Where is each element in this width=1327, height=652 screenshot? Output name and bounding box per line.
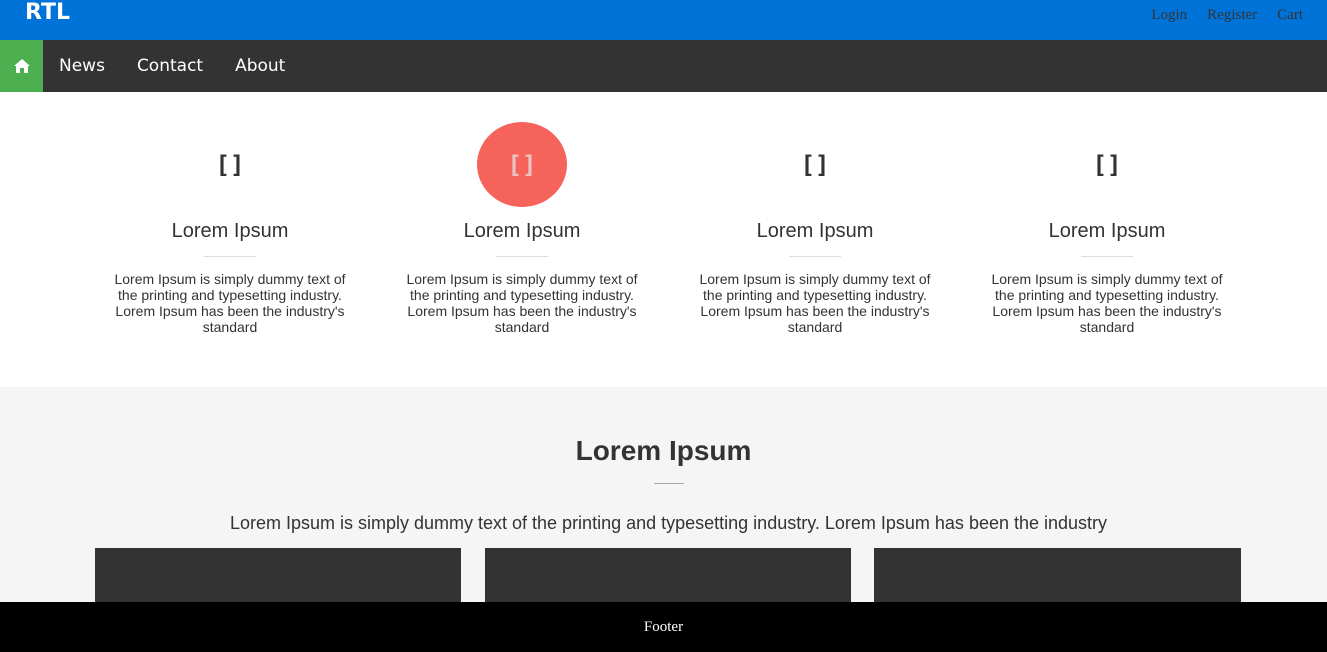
- feature-title: Lorem Ipsum: [463, 220, 581, 242]
- footer-text: Footer: [643, 618, 684, 635]
- feature-text: Lorem Ipsum is simply dummy text of the …: [114, 271, 346, 335]
- features-section: [] Lorem Ipsum Lorem Ipsum is simply dum…: [0, 92, 1327, 387]
- feature-icon-circle: []: [477, 122, 567, 207]
- nav-item-about[interactable]: About: [235, 56, 285, 76]
- cart-link[interactable]: Cart: [1277, 6, 1303, 24]
- feature-divider: [789, 256, 841, 257]
- main-navbar: News Contact About: [0, 40, 1327, 92]
- home-button[interactable]: [0, 40, 43, 92]
- top-header: RTL Login Register Cart: [0, 0, 1327, 40]
- feature-title: Lorem Ipsum: [756, 220, 874, 242]
- placeholder-glyph-icon: []: [1092, 150, 1122, 179]
- nav-item-news[interactable]: News: [59, 56, 105, 76]
- content-card[interactable]: [485, 548, 851, 608]
- feature-text: Lorem Ipsum is simply dummy text of the …: [991, 271, 1223, 335]
- feature-icon-circle: []: [1062, 122, 1152, 207]
- feature-title: Lorem Ipsum: [1048, 220, 1166, 242]
- login-link[interactable]: Login: [1151, 6, 1187, 24]
- brand-logo[interactable]: RTL: [25, 0, 70, 26]
- register-link[interactable]: Register: [1207, 6, 1257, 24]
- content-card[interactable]: [874, 548, 1241, 608]
- nav-links: News Contact About: [59, 40, 317, 92]
- section-divider: [654, 483, 684, 484]
- feature-divider: [1081, 256, 1133, 257]
- feature-text: Lorem Ipsum is simply dummy text of the …: [406, 271, 638, 335]
- nav-item-contact[interactable]: Contact: [137, 56, 203, 76]
- feature-divider: [204, 256, 256, 257]
- feature-text: Lorem Ipsum is simply dummy text of the …: [699, 271, 931, 335]
- section-text: Lorem Ipsum is simply dummy text of the …: [229, 513, 1108, 533]
- page-footer: Footer: [0, 602, 1327, 652]
- feature-card: [] Lorem Ipsum Lorem Ipsum is simply dum…: [95, 122, 365, 336]
- placeholder-glyph-icon: []: [215, 150, 245, 179]
- section-title: Lorem Ipsum: [575, 435, 752, 466]
- feature-card: [] Lorem Ipsum Lorem Ipsum is simply dum…: [387, 122, 657, 335]
- placeholder-glyph-icon: []: [507, 150, 537, 179]
- placeholder-glyph-icon: []: [800, 150, 830, 179]
- home-icon: [13, 59, 30, 73]
- feature-title: Lorem Ipsum: [171, 220, 289, 242]
- account-links: Login Register Cart: [1151, 6, 1303, 24]
- feature-icon-circle: []: [185, 122, 275, 207]
- feature-divider: [496, 256, 548, 257]
- content-card[interactable]: [95, 548, 461, 608]
- feature-card: [] Lorem Ipsum Lorem Ipsum is simply dum…: [680, 122, 950, 336]
- feature-icon-circle: []: [770, 122, 860, 207]
- feature-card: [] Lorem Ipsum Lorem Ipsum is simply dum…: [972, 122, 1242, 336]
